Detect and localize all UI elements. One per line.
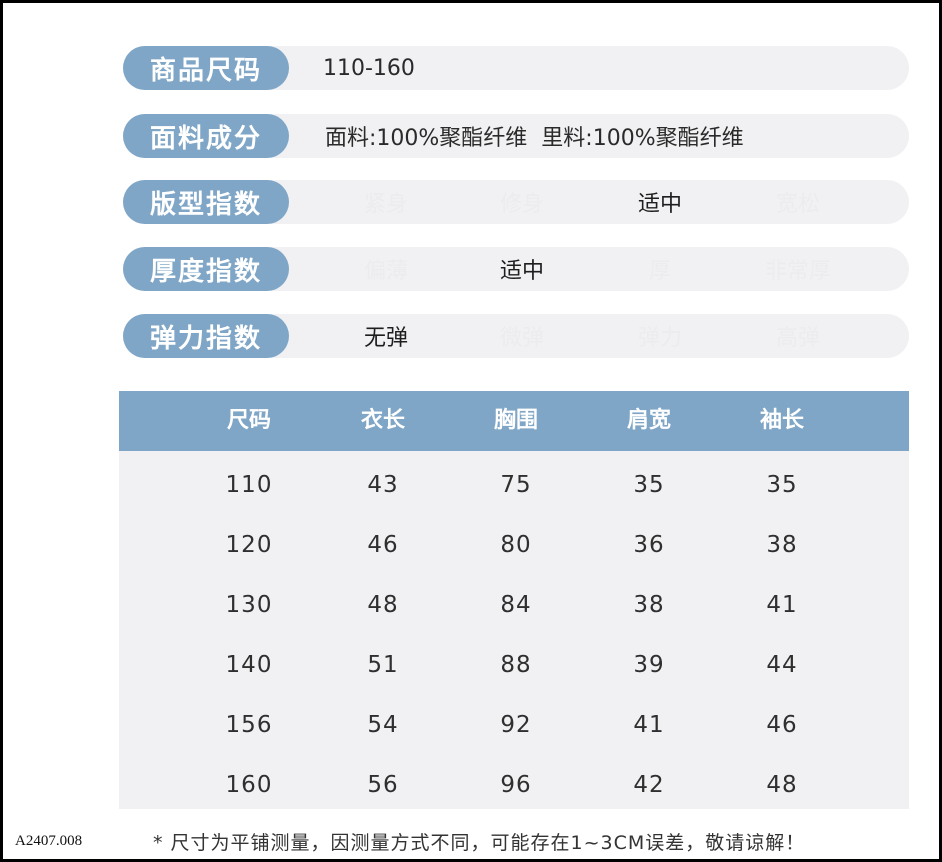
product-code: A2407.008 bbox=[15, 833, 83, 849]
fit-option: 紧身 bbox=[363, 192, 408, 217]
thickness-option: 适中 bbox=[499, 259, 544, 284]
table-cell: 46 bbox=[367, 532, 399, 558]
table-cell: 96 bbox=[500, 772, 532, 798]
attr-row-elasticity: 弹力指数 无弹 微弹 弹力 高弹 bbox=[123, 314, 909, 358]
table-row: 140 51 88 39 44 bbox=[119, 635, 909, 695]
table-cell: 54 bbox=[367, 712, 399, 738]
attr-value-size: 110-160 bbox=[323, 55, 415, 81]
table-cell: 39 bbox=[633, 652, 665, 678]
thickness-option: 厚 bbox=[648, 259, 671, 284]
attr-value-fabric: 面料:100%聚酯纤维 里料:100%聚酯纤维 bbox=[325, 126, 744, 151]
table-cell: 92 bbox=[500, 712, 532, 738]
fit-option: 修身 bbox=[499, 192, 544, 217]
attr-row-fit: 版型指数 紧身 修身 适中 宽松 bbox=[123, 180, 909, 224]
attr-label-size: 商品尺码 bbox=[123, 46, 289, 90]
table-cell: 44 bbox=[766, 652, 798, 678]
column-header: 胸围 bbox=[493, 408, 538, 433]
table-cell: 36 bbox=[633, 532, 665, 558]
attr-row-fabric: 面料成分 面料:100%聚酯纤维 里料:100%聚酯纤维 bbox=[123, 114, 909, 158]
table-cell: 51 bbox=[367, 652, 399, 678]
elasticity-option: 弹力 bbox=[637, 326, 682, 351]
table-row: 110 43 75 35 35 bbox=[119, 455, 909, 515]
thickness-option: 非常厚 bbox=[764, 259, 831, 284]
table-cell: 48 bbox=[367, 592, 399, 618]
table-cell: 41 bbox=[633, 712, 665, 738]
size-table-header: 尺码 衣长 胸围 肩宽 袖长 bbox=[119, 391, 909, 451]
elasticity-option: 无弹 bbox=[363, 326, 408, 351]
elasticity-option: 微弹 bbox=[499, 326, 544, 351]
attr-label-thickness: 厚度指数 bbox=[123, 247, 289, 291]
table-cell: 160 bbox=[225, 772, 273, 798]
attr-label-elasticity: 弹力指数 bbox=[123, 314, 289, 358]
size-chart-image: 商品尺码 110-160 面料成分 面料:100%聚酯纤维 里料:100%聚酯纤… bbox=[3, 3, 939, 859]
table-cell: 48 bbox=[766, 772, 798, 798]
table-cell: 110 bbox=[225, 472, 273, 498]
thickness-option: 偏薄 bbox=[363, 259, 408, 284]
table-row: 160 56 96 42 48 bbox=[119, 755, 909, 815]
table-cell: 38 bbox=[633, 592, 665, 618]
table-cell: 88 bbox=[500, 652, 532, 678]
column-header: 肩宽 bbox=[626, 408, 671, 433]
column-header: 尺码 bbox=[226, 408, 271, 433]
table-cell: 84 bbox=[500, 592, 532, 618]
table-cell: 56 bbox=[367, 772, 399, 798]
attr-row-size: 商品尺码 110-160 bbox=[123, 46, 909, 90]
table-cell: 42 bbox=[633, 772, 665, 798]
column-header: 袖长 bbox=[759, 408, 804, 433]
attr-row-thickness: 厚度指数 偏薄 适中 厚 非常厚 bbox=[123, 247, 909, 291]
table-cell: 38 bbox=[766, 532, 798, 558]
table-cell: 43 bbox=[367, 472, 399, 498]
table-cell: 120 bbox=[225, 532, 273, 558]
table-row: 130 48 84 38 41 bbox=[119, 575, 909, 635]
table-cell: 130 bbox=[225, 592, 273, 618]
table-cell: 35 bbox=[766, 472, 798, 498]
table-cell: 80 bbox=[500, 532, 532, 558]
measurement-note: * 尺寸为平铺测量，因测量方式不同，可能存在1~3CM误差，敬请谅解！ bbox=[153, 832, 806, 854]
fit-option: 宽松 bbox=[775, 192, 820, 217]
table-cell: 156 bbox=[225, 712, 273, 738]
column-header: 衣长 bbox=[360, 408, 405, 433]
table-cell: 35 bbox=[633, 472, 665, 498]
table-cell: 41 bbox=[766, 592, 798, 618]
table-cell: 140 bbox=[225, 652, 273, 678]
table-row: 156 54 92 41 46 bbox=[119, 695, 909, 755]
table-row: 120 46 80 36 38 bbox=[119, 515, 909, 575]
table-cell: 46 bbox=[766, 712, 798, 738]
attr-label-fit: 版型指数 bbox=[123, 180, 289, 224]
elasticity-option: 高弹 bbox=[775, 326, 820, 351]
attr-label-fabric: 面料成分 bbox=[123, 114, 289, 158]
table-cell: 75 bbox=[500, 472, 532, 498]
fit-option: 适中 bbox=[637, 192, 682, 217]
size-table: 尺码 衣长 胸围 肩宽 袖长 110 43 75 35 35 120 46 80… bbox=[119, 391, 909, 809]
